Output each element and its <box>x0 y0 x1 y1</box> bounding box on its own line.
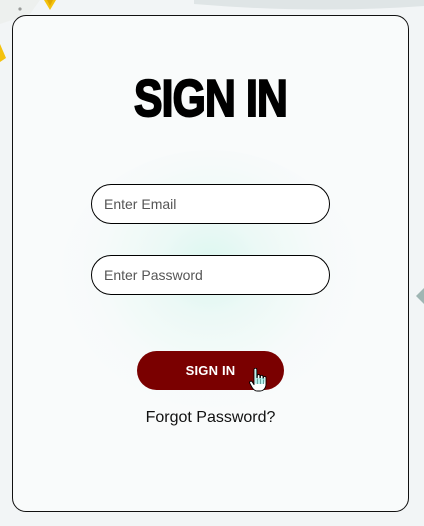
sign-in-button[interactable]: SIGN IN <box>137 351 284 390</box>
password-field[interactable] <box>91 255 330 295</box>
background-decoration-icon <box>416 288 424 304</box>
forgot-password-link[interactable]: Forgot Password? <box>13 409 408 427</box>
sign-in-card: SIGN IN SIGN IN Forgot Password? <box>12 15 409 512</box>
email-field[interactable] <box>91 184 330 224</box>
page-title: SIGN IN <box>133 70 288 128</box>
